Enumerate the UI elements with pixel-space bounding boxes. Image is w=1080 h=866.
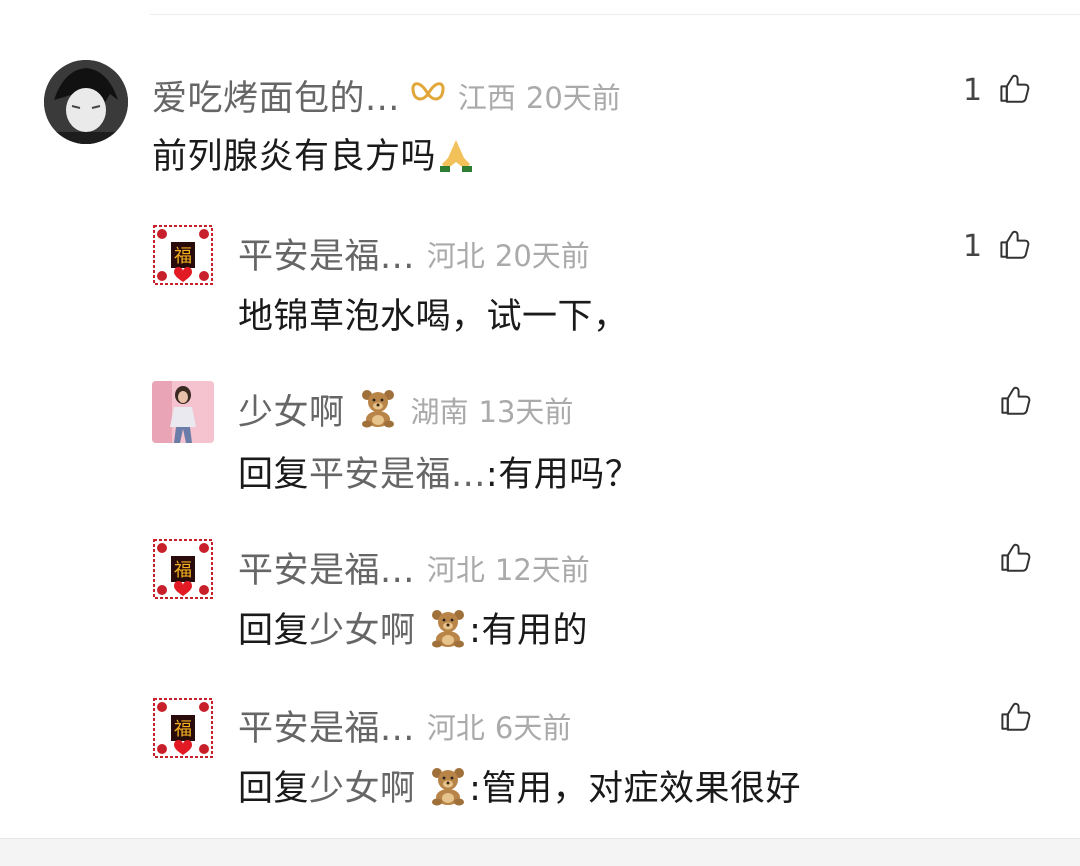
girl-avatar-icon bbox=[152, 381, 214, 443]
username[interactable]: 平安是福... bbox=[238, 542, 415, 593]
comment-text: 前列腺炎有良方吗 bbox=[152, 128, 476, 183]
dark-avatar-icon bbox=[44, 60, 128, 144]
praying-hands-icon bbox=[436, 134, 476, 183]
comment-text: 地锦草泡水喝，试一下， bbox=[238, 297, 629, 337]
thumbs-up-icon bbox=[1001, 543, 1031, 572]
comment-body: 前列腺炎有良方吗 bbox=[152, 137, 437, 177]
fu-avatar-icon bbox=[152, 538, 214, 600]
like-button[interactable] bbox=[997, 700, 1033, 736]
location: 河北 bbox=[426, 552, 485, 587]
comment-body: :有用吗？ bbox=[485, 455, 641, 495]
location: 河北 bbox=[426, 238, 485, 273]
timestamp: 12天前 bbox=[494, 552, 590, 587]
reply-prefix: 回复 bbox=[238, 611, 310, 651]
avatar[interactable] bbox=[152, 224, 214, 286]
reply-target-link[interactable]: 平安是福... bbox=[309, 455, 486, 495]
comment-text: 回复少女啊 :管用，对症效果很好 bbox=[238, 760, 801, 816]
reply-target-link[interactable]: 少女啊 bbox=[309, 611, 416, 651]
username[interactable]: 平安是福... bbox=[238, 700, 415, 751]
username[interactable]: 少女啊 bbox=[238, 384, 345, 435]
thumbs-up-icon bbox=[1000, 230, 1030, 259]
like-button[interactable]: 1 bbox=[963, 228, 1032, 264]
avatar[interactable] bbox=[44, 60, 128, 144]
location: 河北 bbox=[426, 710, 485, 745]
teddy-bear-icon bbox=[427, 607, 469, 658]
comment-text: 回复平安是福...:有用吗？ bbox=[238, 446, 640, 497]
like-button[interactable]: 1 bbox=[963, 72, 1032, 108]
username[interactable]: 爱吃烤面包的... bbox=[152, 70, 400, 121]
comment-body: :管用，对症效果很好 bbox=[469, 769, 801, 809]
timestamp: 20天前 bbox=[494, 238, 590, 273]
comment-body: :有用的 bbox=[469, 611, 588, 651]
location: 江西 bbox=[457, 80, 516, 115]
avatar[interactable] bbox=[152, 697, 214, 759]
reply-prefix: 回复 bbox=[238, 455, 310, 495]
like-count: 1 bbox=[963, 228, 983, 264]
top-divider bbox=[150, 14, 1080, 15]
bottom-bar bbox=[0, 838, 1080, 866]
like-count: 1 bbox=[963, 72, 983, 108]
reply-prefix: 回复 bbox=[238, 769, 310, 809]
teddy-bear-icon bbox=[357, 387, 399, 433]
username[interactable]: 平安是福... bbox=[238, 228, 415, 279]
teddy-bear-icon bbox=[427, 765, 469, 816]
fu-avatar-icon bbox=[152, 224, 214, 286]
ribbon-badge-icon bbox=[410, 78, 446, 114]
like-button[interactable] bbox=[997, 541, 1033, 577]
location: 湖南 bbox=[410, 394, 469, 429]
comment-text: 回复少女啊 :有用的 bbox=[238, 602, 588, 658]
timestamp: 6天前 bbox=[494, 710, 572, 745]
timestamp: 13天前 bbox=[478, 394, 574, 429]
timestamp: 20天前 bbox=[525, 80, 621, 115]
thumbs-up-icon bbox=[1000, 74, 1030, 103]
reply-target-link[interactable]: 少女啊 bbox=[309, 769, 416, 809]
thumbs-up-icon bbox=[1001, 386, 1031, 415]
thumbs-up-icon bbox=[1001, 702, 1031, 731]
fu-avatar-icon bbox=[152, 697, 214, 759]
like-button[interactable] bbox=[997, 384, 1033, 420]
avatar[interactable] bbox=[152, 538, 214, 600]
avatar[interactable] bbox=[152, 381, 214, 443]
